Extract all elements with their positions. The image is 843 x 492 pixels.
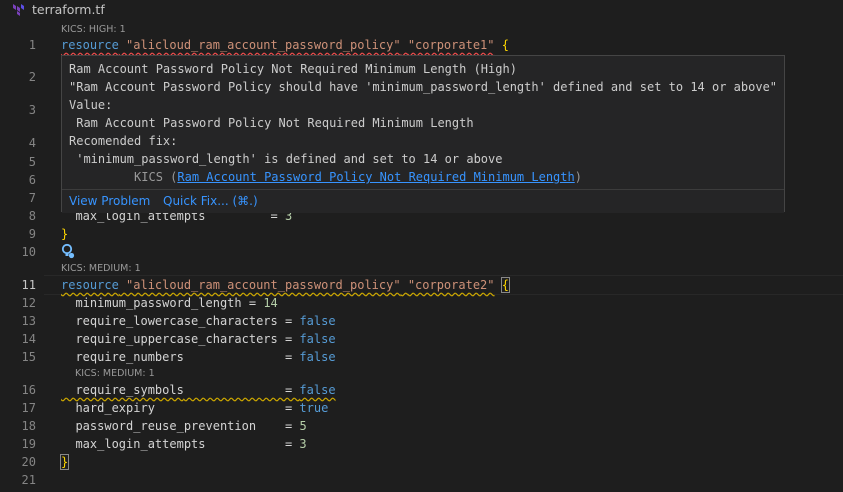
kics-codelens[interactable]: KICS: MEDIUM: 1	[61, 263, 141, 274]
hover-fix-label: Recomended fix:	[69, 134, 178, 148]
line-number: 7	[28, 191, 36, 205]
line-number: 1	[28, 38, 36, 52]
line-number: 4	[28, 136, 36, 150]
boolean: false	[299, 332, 336, 346]
bracket: }	[59, 454, 70, 470]
equals: =	[183, 350, 300, 364]
line-number: 3	[28, 103, 36, 117]
string: "corporate1"	[407, 38, 495, 52]
line-number: 16	[21, 383, 36, 397]
kics-prefix: KICS (	[69, 170, 178, 184]
keyword: resource	[61, 38, 119, 52]
attribute: minimum_password_length	[61, 296, 242, 310]
code-line[interactable]: require_symbols = false	[61, 383, 336, 397]
string: "alicloud_ram_account_password_policy"	[126, 38, 401, 52]
string: "corporate2"	[407, 278, 495, 292]
bracket: {	[501, 38, 509, 52]
code-line[interactable]: max_login_attempts = 3	[61, 437, 307, 451]
line-number: 5	[28, 155, 36, 169]
hover-value: Ram Account Password Policy Not Required…	[69, 116, 474, 130]
code-line[interactable]: hard_expiry = true	[61, 401, 328, 415]
lightbulb-icon[interactable]	[61, 243, 75, 259]
equals: =	[154, 401, 300, 415]
line-number: 10	[21, 245, 36, 259]
attribute: max_login_attempts	[61, 437, 206, 451]
equals: =	[277, 332, 300, 346]
line-number: 11	[21, 278, 36, 292]
code-line[interactable]: }	[59, 454, 70, 470]
attribute: require_numbers	[61, 350, 184, 364]
line-number: 12	[21, 296, 36, 310]
equals: =	[205, 437, 300, 451]
code-line[interactable]: }	[61, 227, 68, 241]
boolean: false	[299, 383, 336, 397]
tab-title: terraform.tf	[32, 2, 105, 17]
bracket: {	[500, 277, 511, 293]
attribute: password_reuse_prevention	[61, 419, 257, 433]
boolean: false	[299, 350, 336, 364]
number: 3	[299, 437, 307, 451]
line-number: 13	[21, 314, 36, 328]
boolean: false	[299, 314, 336, 328]
code-line[interactable]: require_numbers = false	[61, 350, 336, 364]
line-number: 8	[28, 209, 36, 223]
code-line[interactable]: require_uppercase_characters = false	[61, 332, 336, 346]
string: "alicloud_ram_account_password_policy"	[126, 278, 401, 292]
line-number: 14	[21, 332, 36, 346]
line-number: 21	[21, 473, 36, 487]
code-line[interactable]: resource "alicloud_ram_account_password_…	[61, 277, 511, 293]
code-line[interactable]: password_reuse_prevention = 5	[61, 419, 307, 433]
equals: =	[183, 383, 300, 397]
bracket: }	[61, 227, 69, 241]
line-number: 9	[28, 227, 36, 241]
hover-description: "Ram Account Password Policy should have…	[69, 80, 778, 94]
line-number: 17	[21, 401, 36, 415]
line-number: 18	[21, 419, 36, 433]
line-number: 20	[21, 455, 36, 469]
attribute: hard_expiry	[61, 401, 155, 415]
equals: =	[241, 296, 264, 310]
attribute: require_symbols	[61, 383, 184, 397]
attribute: require_lowercase_characters	[61, 314, 278, 328]
kics-rule-link[interactable]: Ram Account Password Policy Not Required…	[177, 170, 574, 184]
attribute: require_uppercase_characters	[61, 332, 278, 346]
hover-status-bar: View Problem Quick Fix... (⌘.)	[62, 189, 784, 213]
kics-codelens[interactable]: KICS: HIGH: 1	[61, 24, 126, 35]
code-line[interactable]: require_lowercase_characters = false	[61, 314, 336, 328]
line-number: 2	[28, 70, 36, 84]
quick-fix-button[interactable]: Quick Fix... (⌘.)	[163, 194, 258, 208]
line-number: 6	[28, 173, 36, 187]
code-line[interactable]: minimum_password_length = 14	[61, 296, 278, 310]
hover-source: KICS (Ram Account Password Policy Not Re…	[69, 170, 582, 184]
boolean: true	[299, 401, 329, 415]
code-line[interactable]: resource "alicloud_ram_account_password_…	[61, 38, 509, 52]
problem-hover-popup[interactable]: Ram Account Password Policy Not Required…	[61, 55, 785, 213]
hover-title: Ram Account Password Policy Not Required…	[69, 62, 517, 76]
kics-suffix: )	[574, 170, 582, 184]
number: 14	[263, 296, 278, 310]
number: 5	[299, 419, 307, 433]
terraform-icon	[13, 4, 24, 16]
hover-fix: 'minimum_password_length' is defined and…	[69, 152, 503, 166]
editor-tab[interactable]: terraform.tf	[0, 0, 843, 20]
equals: =	[277, 314, 300, 328]
kics-codelens[interactable]: KICS: MEDIUM: 1	[75, 368, 155, 379]
line-number: 19	[21, 437, 36, 451]
view-problem-button[interactable]: View Problem	[69, 194, 150, 208]
equals: =	[256, 419, 300, 433]
hover-value-label: Value:	[69, 98, 113, 112]
line-number: 15	[21, 350, 36, 364]
keyword: resource	[61, 278, 119, 292]
